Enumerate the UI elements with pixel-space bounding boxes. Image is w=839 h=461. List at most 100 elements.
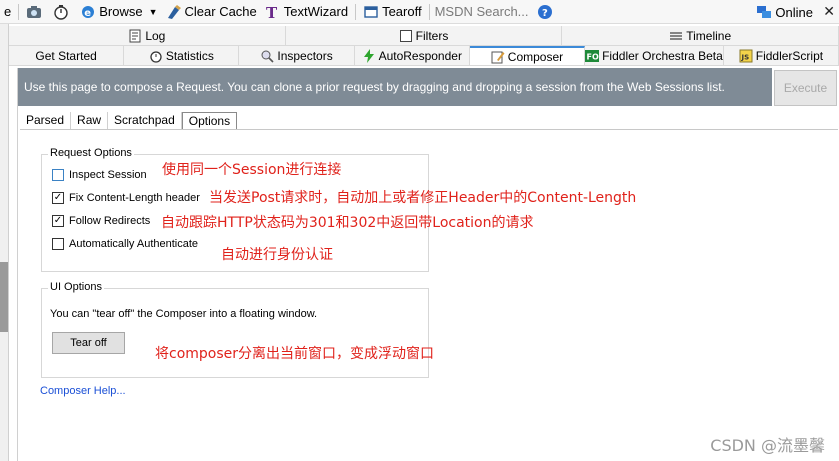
watermark: CSDN @流墨馨 [710, 436, 825, 455]
tearoff-icon [363, 4, 379, 20]
follow-redirects-option[interactable]: ✓ Follow Redirects [52, 215, 150, 227]
tab-fiddler-orchestra-label: Fiddler Orchestra Beta [602, 48, 723, 63]
chevron-down-icon[interactable]: ▼ [149, 7, 158, 17]
browse-label: Browse [99, 4, 143, 19]
subtab-scratchpad[interactable]: Scratchpad [108, 112, 182, 129]
composer-help-link[interactable]: Composer Help... [40, 385, 126, 397]
clear-cache-label: Clear Cache [184, 4, 257, 19]
textwizard-button[interactable]: T TextWizard [261, 0, 352, 24]
svg-text:JS: JS [740, 53, 749, 61]
inspect-session-checkbox[interactable] [52, 169, 64, 181]
auto-authenticate-checkbox[interactable] [52, 238, 64, 250]
log-icon [128, 29, 142, 43]
stopwatch-icon [53, 4, 69, 20]
annotation-follow-redirects: 自动跟踪HTTP状态码为301和302中返回带Location的请求 [161, 215, 534, 231]
annotation-auto-authenticate: 自动进行身份认证 [221, 247, 333, 263]
svg-text:FO: FO [587, 52, 599, 61]
follow-redirects-checkbox[interactable]: ✓ [52, 215, 64, 227]
ui-options-group: UI Options You can "tear off" the Compos… [41, 281, 429, 378]
msdn-search-input[interactable]: MSDN Search... [433, 3, 533, 21]
tab-composer[interactable]: Composer [469, 46, 586, 65]
tab-fiddler-orchestra[interactable]: FO Fiddler Orchestra Beta [585, 46, 724, 65]
svg-text:e: e [84, 8, 91, 19]
tab-get-started-label: Get Started [35, 48, 97, 63]
network-icon [756, 4, 772, 20]
clear-cache-icon [166, 4, 182, 20]
composer-panel: Use this page to compose a Request. You … [17, 68, 839, 461]
online-status[interactable]: Online [756, 0, 813, 24]
partial-toolbar-item[interactable]: e [0, 0, 15, 24]
camera-icon [26, 4, 42, 20]
tab-autoresponder-label: AutoResponder [378, 48, 462, 63]
toolbar-separator [355, 3, 357, 20]
screenshot-button[interactable] [22, 0, 49, 24]
stopwatch-icon [149, 49, 163, 63]
auto-authenticate-option[interactable]: Automatically Authenticate [52, 238, 198, 250]
composer-icon [491, 50, 505, 64]
tab-autoresponder[interactable]: AutoResponder [354, 46, 470, 65]
toolbar: e e Browse ▼ Clear Cache T TextWizard Te… [0, 0, 839, 24]
inspectors-icon [260, 49, 274, 63]
tab-inspectors[interactable]: Inspectors [239, 46, 355, 65]
fix-content-length-label: Fix Content-Length header [69, 192, 200, 204]
composer-subtabs: Parsed Raw Scratchpad Options [20, 112, 838, 130]
tab-row-main: Get Started Statistics Inspectors AutoRe… [9, 46, 839, 66]
auto-authenticate-label: Automatically Authenticate [69, 238, 199, 250]
inspect-session-label: Inspect Session [69, 169, 147, 181]
tab-get-started[interactable]: Get Started [9, 46, 125, 65]
scrollbar-thumb[interactable] [0, 262, 8, 332]
subtab-parsed[interactable]: Parsed [20, 112, 72, 129]
lightning-icon [362, 48, 376, 63]
fix-content-length-option[interactable]: ✓ Fix Content-Length header [52, 192, 200, 204]
textwizard-icon: T [265, 4, 281, 20]
close-icon[interactable]: ✕ [823, 3, 835, 20]
clear-cache-button[interactable]: Clear Cache [162, 0, 261, 24]
execute-button[interactable]: Execute [774, 70, 837, 106]
tab-log[interactable]: Log [9, 26, 286, 45]
svg-text:T: T [266, 4, 278, 20]
ie-icon: e [80, 4, 96, 20]
composer-banner: Use this page to compose a Request. You … [18, 68, 772, 106]
ui-options-title: UI Options [48, 281, 104, 293]
request-options-title: Request Options [48, 147, 134, 159]
tab-filters-label: Filters [415, 28, 449, 43]
timeline-icon [669, 29, 683, 43]
tab-statistics-label: Statistics [165, 48, 214, 63]
timer-button[interactable] [49, 0, 76, 24]
fix-content-length-checkbox[interactable]: ✓ [52, 192, 64, 204]
follow-redirects-label: Follow Redirects [69, 215, 151, 227]
svg-text:?: ? [542, 8, 548, 19]
filters-icon [399, 29, 413, 43]
tab-composer-label: Composer [507, 49, 564, 64]
fo-icon: FO [585, 49, 600, 63]
tab-filters[interactable]: Filters [285, 26, 563, 45]
tab-fiddlerscript[interactable]: JS FiddlerScript [723, 46, 839, 65]
online-label: Online [775, 4, 813, 20]
help-icon: ? [537, 4, 553, 20]
tearoff-button[interactable]: Tearoff [359, 0, 426, 24]
tearoff-label: Tearoff [382, 4, 422, 19]
partial-label: e [4, 4, 12, 19]
tab-log-label: Log [145, 28, 166, 43]
textwizard-label: TextWizard [283, 4, 349, 19]
browse-button[interactable]: e Browse ▼ [76, 0, 161, 24]
tab-row-top: Log Filters Timeline [9, 26, 839, 46]
tab-inspectors-label: Inspectors [277, 48, 333, 63]
parent-window-edge [0, 0, 9, 461]
annotation-inspect-session: 使用同一个Session进行连接 [162, 162, 342, 178]
ui-options-text: You can "tear off" the Composer into a f… [50, 308, 318, 320]
annotation-tear-off: 将composer分离出当前窗口，变成浮动窗口 [155, 346, 435, 362]
tab-fiddlerscript-label: FiddlerScript [755, 48, 824, 63]
help-button[interactable]: ? [533, 0, 560, 24]
subtab-raw[interactable]: Raw [71, 112, 109, 129]
tab-statistics[interactable]: Statistics [124, 46, 240, 65]
js-icon: JS [739, 49, 753, 63]
inspect-session-option[interactable]: Inspect Session [52, 169, 147, 181]
toolbar-separator [18, 3, 20, 20]
tear-off-button[interactable]: Tear off [52, 332, 125, 354]
annotation-fix-content-length: 当发送Post请求时，自动加上或者修正Header中的Content-Lengt… [209, 190, 637, 206]
tab-timeline-label: Timeline [686, 28, 732, 43]
subtab-options[interactable]: Options [181, 112, 238, 129]
toolbar-separator [428, 3, 430, 20]
tab-timeline[interactable]: Timeline [562, 26, 839, 45]
